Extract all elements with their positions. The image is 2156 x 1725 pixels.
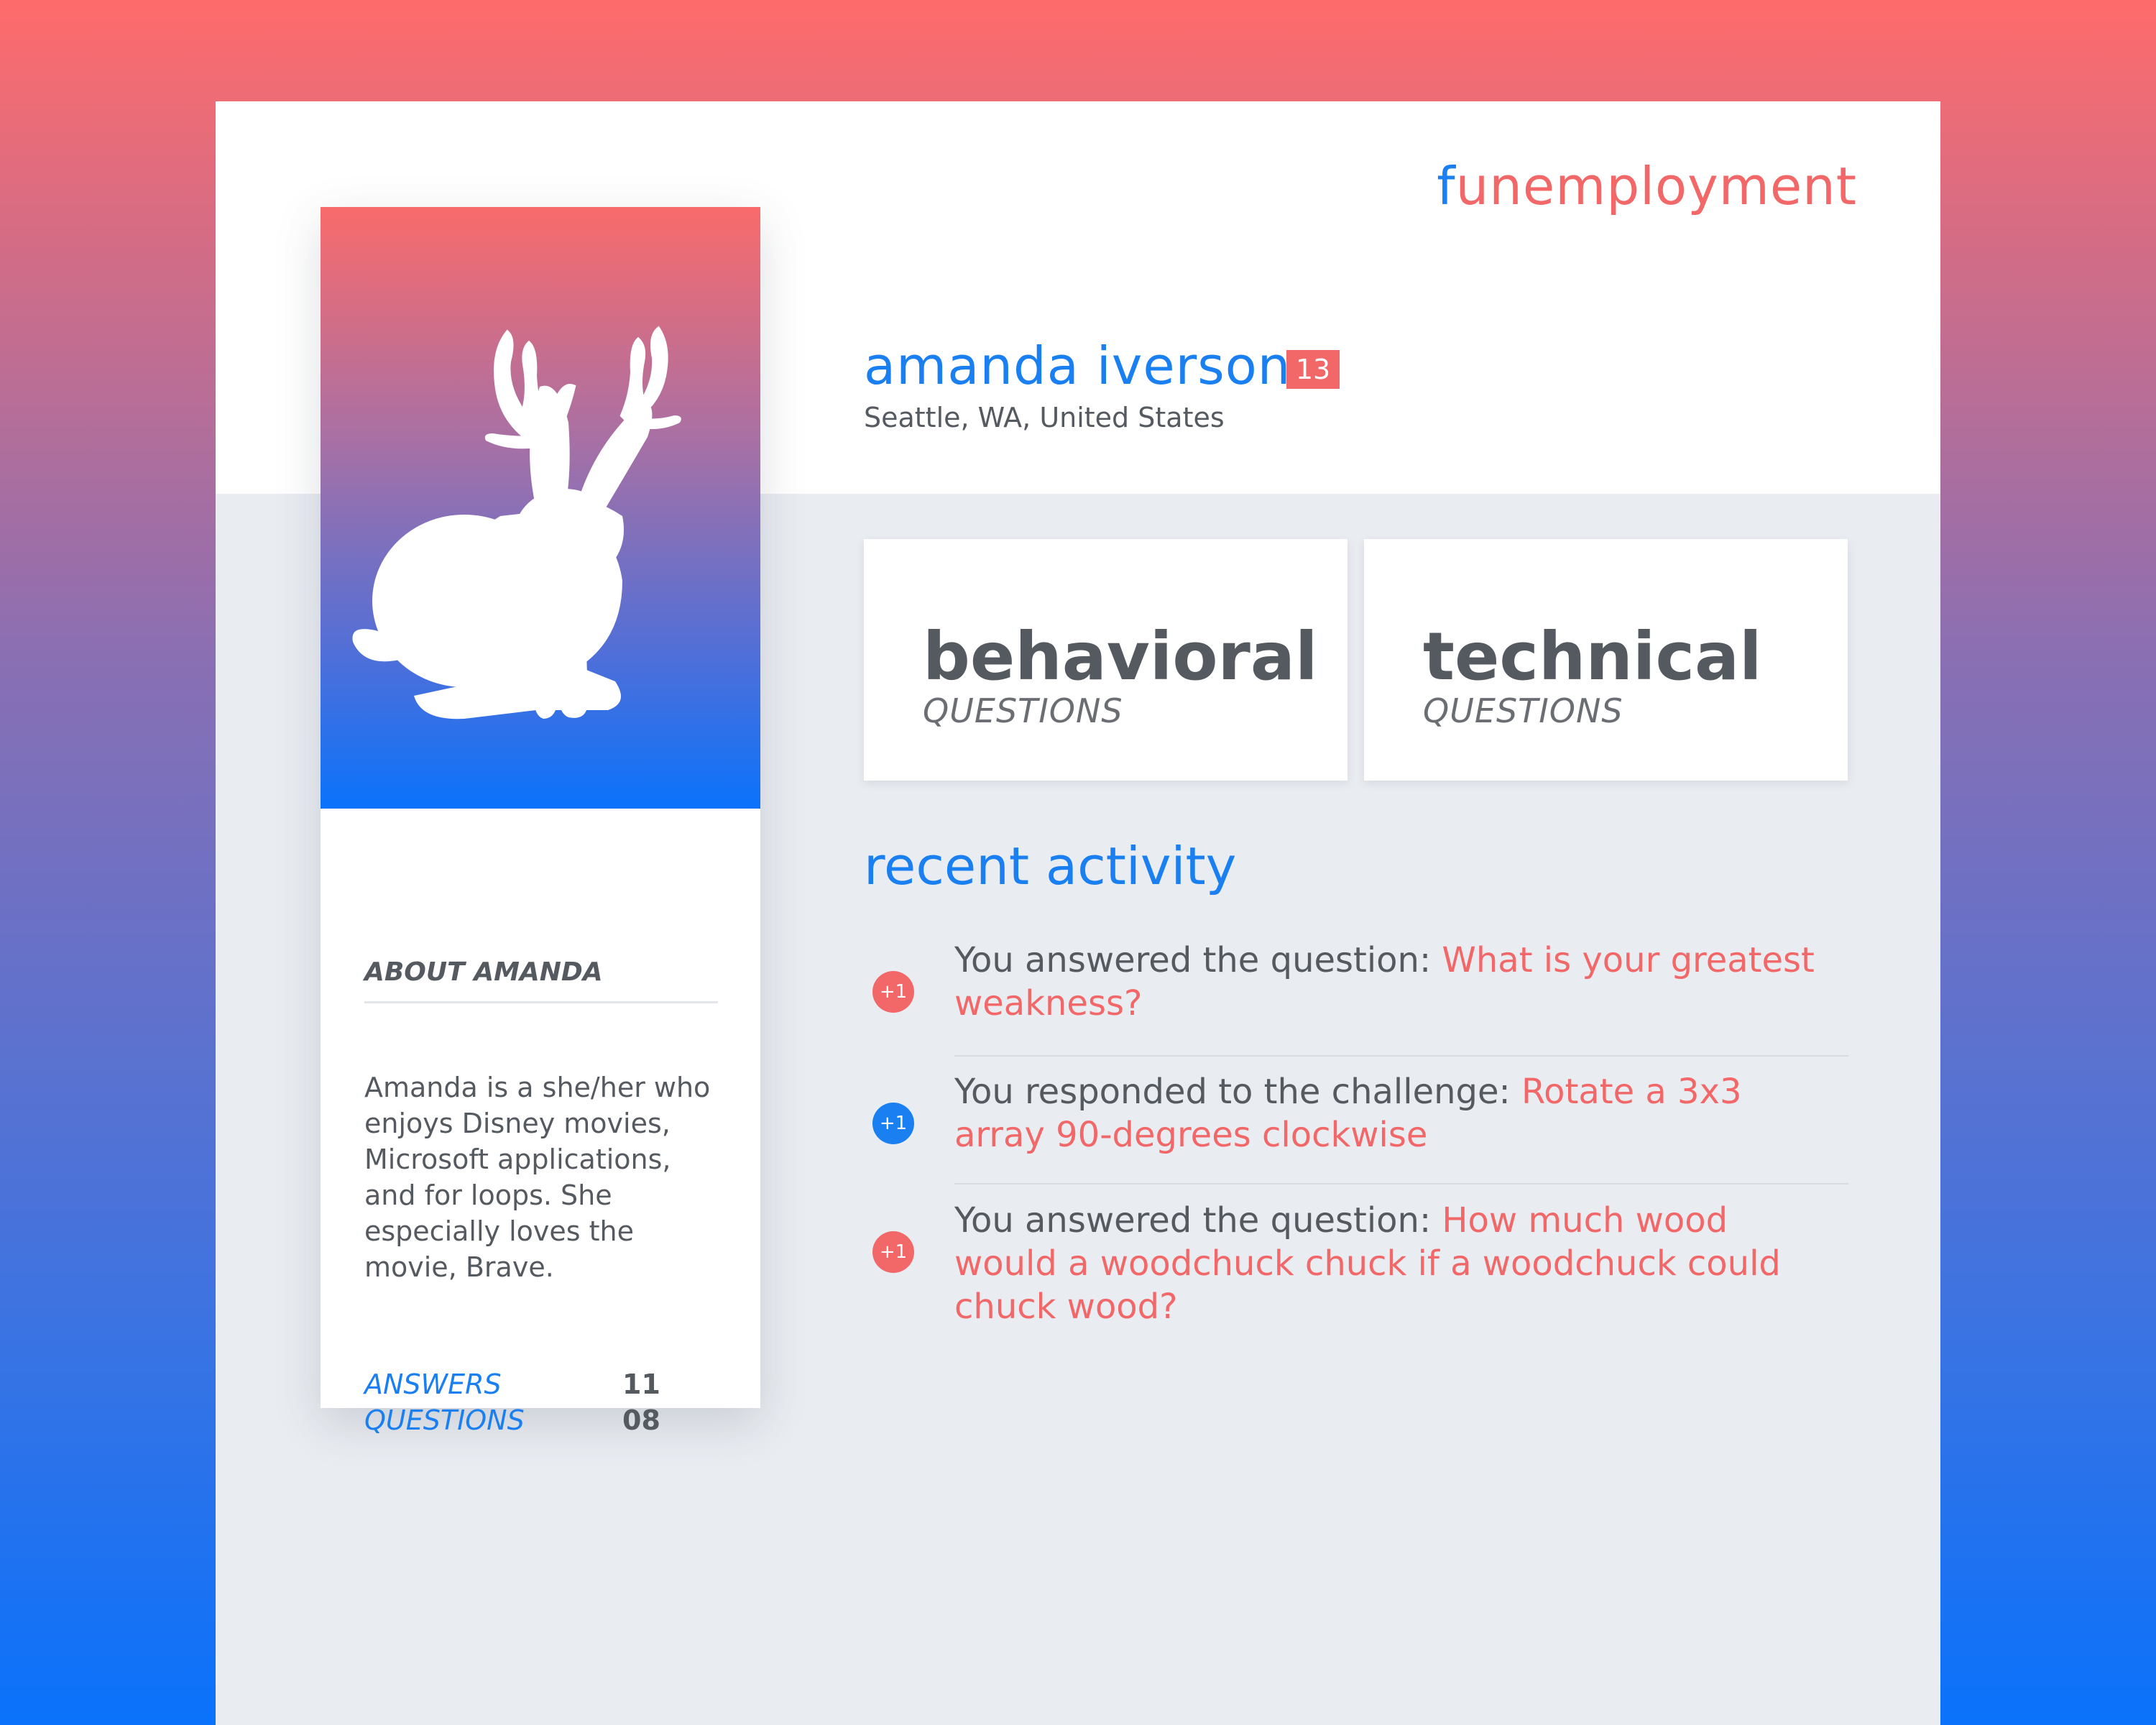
stat-label-answers[interactable]: ANSWERS [364,1368,502,1400]
activity-text: You responded to the challenge: Rotate a… [954,1070,1838,1156]
about-text: Amanda is a she/her who enjoys Disney mo… [364,1072,711,1283]
points-badge: +1 [872,971,914,1013]
profile-page: funemployment amanda iverson 13 Seattle,… [216,101,1940,1725]
level-badge: 13 [1286,350,1340,389]
profile-location: Seattle, WA, United States [864,402,1225,433]
jackalope-silhouette-icon [352,326,681,719]
card-subtitle: QUESTIONS [923,691,1123,730]
avatar [321,207,760,809]
activity-divider [954,1183,1848,1184]
card-title: technical [1423,618,1762,695]
card-title: behavioral [923,618,1318,695]
profile-name: amanda iverson [864,336,1291,396]
activity-prefix: You responded to the challenge: [954,1072,1521,1112]
activity-text: You answered the question: What is your … [954,939,1838,1025]
activity-text: You answered the question: How much wood… [954,1199,1838,1328]
about-title: ABOUT AMANDA [364,957,603,987]
brand-logo[interactable]: funemployment [1437,156,1857,216]
profile-card: ABOUT AMANDA Amanda is a she/her who enj… [321,207,760,1436]
stat-value-answers: 11 [622,1368,660,1400]
about-divider [364,1001,718,1003]
behavioral-questions-card[interactable]: behavioral QUESTIONS [864,539,1348,781]
activity-prefix: You answered the question: [954,940,1442,980]
card-subtitle: QUESTIONS [1423,691,1623,730]
brand-logo-first-letter: f [1437,156,1456,216]
points-badge: +1 [872,1231,914,1273]
activity-item: +1 You answered the question: How much w… [864,1199,1848,1327]
activity-item: +1 You responded to the challenge: Rotat… [864,1070,1848,1171]
brand-logo-text: unemployment [1455,156,1857,216]
stat-value-questions: 08 [622,1404,660,1436]
stat-label-questions[interactable]: QUESTIONS [364,1404,525,1436]
activity-prefix: You answered the question: [954,1200,1442,1241]
activity-item: +1 You answered the question: What is yo… [864,939,1848,1039]
activity-title: recent activity [864,836,1237,896]
points-badge: +1 [872,1103,914,1144]
activity-divider [954,1055,1848,1057]
technical-questions-card[interactable]: technical QUESTIONS [1364,539,1848,781]
